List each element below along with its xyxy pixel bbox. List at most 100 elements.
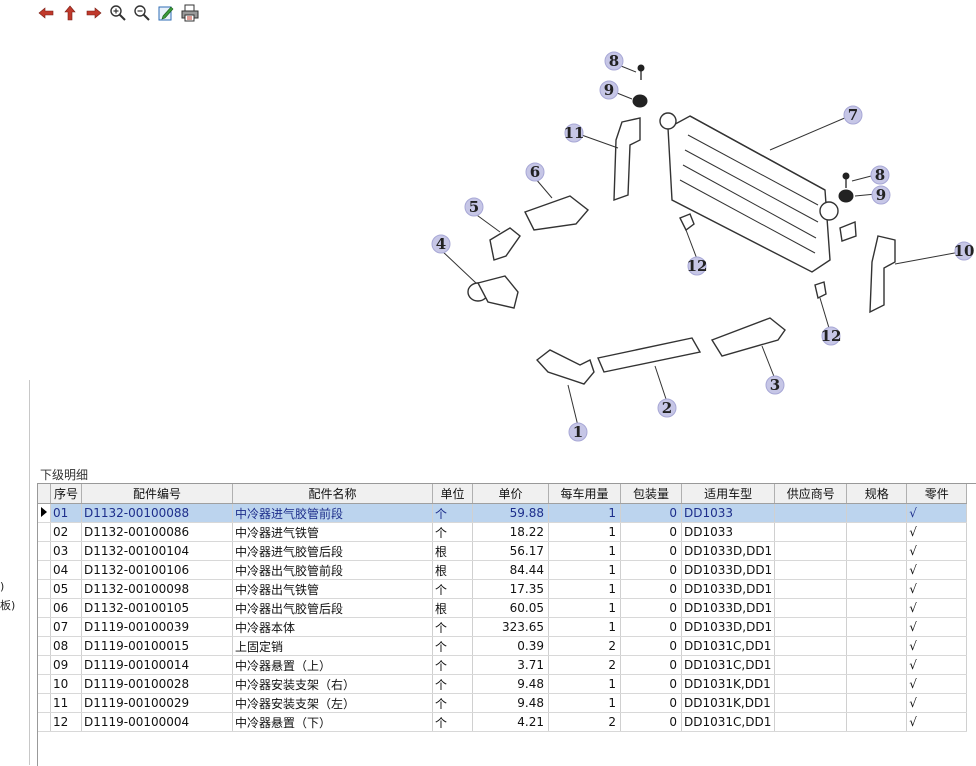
- cell-price[interactable]: 4.21: [472, 712, 549, 732]
- cell-unit[interactable]: 个: [432, 503, 473, 523]
- cell-applicable-model[interactable]: DD1033D,DD1: [681, 541, 776, 561]
- cell-price[interactable]: 59.88: [472, 503, 549, 523]
- cell-spec[interactable]: [846, 503, 908, 523]
- cell-supplier-number[interactable]: [774, 541, 848, 561]
- callout-6[interactable]: 6: [525, 162, 545, 182]
- cell-supplier-number[interactable]: [774, 560, 848, 580]
- cell-part-name[interactable]: 中冷器本体: [232, 617, 433, 637]
- cell-supplier-number[interactable]: [774, 674, 848, 694]
- cell-part-name[interactable]: 中冷器出气铁管: [232, 579, 433, 599]
- cell-unit[interactable]: 根: [432, 598, 473, 618]
- intake-tube-part[interactable]: [489, 227, 521, 261]
- cell-qty-per-vehicle[interactable]: 1: [548, 522, 621, 542]
- cell-spec[interactable]: [846, 655, 908, 675]
- lower-mount-part-right[interactable]: [814, 281, 827, 300]
- cell-qty-per-vehicle[interactable]: 1: [548, 617, 621, 637]
- cell-part-flag[interactable]: √: [906, 503, 968, 523]
- cell-applicable-model[interactable]: DD1033D,DD1: [681, 598, 776, 618]
- cell-qty-per-vehicle[interactable]: 1: [548, 560, 621, 580]
- cell-qty-per-vehicle[interactable]: 2: [548, 636, 621, 656]
- row-indicator[interactable]: [38, 598, 51, 618]
- cell-applicable-model[interactable]: DD1031C,DD1: [681, 655, 776, 675]
- cell-part-name[interactable]: 中冷器进气铁管: [232, 522, 433, 542]
- cell-price[interactable]: 323.65: [472, 617, 549, 637]
- cell-unit[interactable]: 个: [432, 636, 473, 656]
- cell-spec[interactable]: [846, 693, 908, 713]
- cell-part-number[interactable]: D1132-00100106: [81, 560, 233, 580]
- cell-part-number[interactable]: D1119-00100039: [81, 617, 233, 637]
- column-header-part-name[interactable]: 配件名称: [232, 484, 433, 504]
- callout-1[interactable]: 1: [568, 422, 588, 442]
- row-indicator[interactable]: [38, 693, 51, 713]
- outlet-tube-part[interactable]: [597, 337, 702, 373]
- print-button[interactable]: [180, 3, 200, 23]
- cell-package-qty[interactable]: 0: [620, 560, 682, 580]
- cell-part-name[interactable]: 中冷器悬置（上）: [232, 655, 433, 675]
- row-indicator[interactable]: [38, 655, 51, 675]
- cell-part-name[interactable]: 中冷器进气胶管后段: [232, 541, 433, 561]
- cell-package-qty[interactable]: 0: [620, 598, 682, 618]
- cell-part-number[interactable]: D1132-00100086: [81, 522, 233, 542]
- cell-qty-per-vehicle[interactable]: 2: [548, 712, 621, 732]
- callout-5[interactable]: 5: [464, 197, 484, 217]
- cell-price[interactable]: 84.44: [472, 560, 549, 580]
- column-header-supplier-number[interactable]: 供应商号: [774, 484, 848, 504]
- row-indicator[interactable]: [38, 503, 51, 523]
- cell-part-name[interactable]: 中冷器安装支架（左）: [232, 693, 433, 713]
- cell-unit[interactable]: 个: [432, 579, 473, 599]
- cell-qty-per-vehicle[interactable]: 1: [548, 674, 621, 694]
- row-indicator[interactable]: [38, 636, 51, 656]
- cell-unit[interactable]: 根: [432, 541, 473, 561]
- cell-part-number[interactable]: D1119-00100015: [81, 636, 233, 656]
- cell-supplier-number[interactable]: [774, 522, 848, 542]
- cell-unit[interactable]: 个: [432, 655, 473, 675]
- cell-qty-per-vehicle[interactable]: 1: [548, 598, 621, 618]
- cell-qty-per-vehicle[interactable]: 2: [548, 655, 621, 675]
- cell-part-name[interactable]: 中冷器悬置（下）: [232, 712, 433, 732]
- table-row[interactable]: 10 D1119-00100028 中冷器安装支架（右）个 9.48 1 0 DD1031K…: [38, 674, 968, 694]
- cell-part-number[interactable]: D1119-00100004: [81, 712, 233, 732]
- back-button[interactable]: [36, 3, 56, 23]
- cell-supplier-number[interactable]: [774, 503, 848, 523]
- callout-8[interactable]: 8: [604, 51, 624, 71]
- cell-spec[interactable]: [846, 598, 908, 618]
- lower-mount-part[interactable]: [679, 213, 695, 232]
- cell-seq[interactable]: 04: [50, 560, 82, 580]
- callout-9[interactable]: 9: [599, 80, 619, 100]
- cell-applicable-model[interactable]: DD1031K,DD1: [681, 693, 776, 713]
- cell-part-name[interactable]: 中冷器安装支架（右）: [232, 674, 433, 694]
- left-bracket-part[interactable]: [613, 117, 641, 202]
- cell-spec[interactable]: [846, 522, 908, 542]
- cell-unit[interactable]: 个: [432, 693, 473, 713]
- cell-price[interactable]: 60.05: [472, 598, 549, 618]
- cell-spec[interactable]: [846, 636, 908, 656]
- callout-8-right[interactable]: 8: [870, 165, 890, 185]
- column-header-part-flag[interactable]: 零件: [906, 484, 968, 504]
- cell-price[interactable]: 3.71: [472, 655, 549, 675]
- intercooler-body-part[interactable]: [659, 112, 857, 273]
- cell-applicable-model[interactable]: DD1033: [681, 522, 776, 542]
- column-header-unit[interactable]: 单位: [432, 484, 473, 504]
- cell-supplier-number[interactable]: [774, 655, 848, 675]
- cell-part-flag[interactable]: √: [906, 617, 968, 637]
- cell-part-flag[interactable]: √: [906, 674, 968, 694]
- column-header-price[interactable]: 单价: [472, 484, 549, 504]
- callout-7[interactable]: 7: [843, 105, 863, 125]
- table-row[interactable]: 07 D1119-00100039 中冷器本体个 323.65 1 0 DD1033D,DD…: [38, 617, 968, 637]
- callout-10[interactable]: 10: [954, 241, 975, 261]
- cell-price[interactable]: 9.48: [472, 674, 549, 694]
- callout-2[interactable]: 2: [657, 398, 677, 418]
- cell-part-number[interactable]: D1119-00100028: [81, 674, 233, 694]
- cell-applicable-model[interactable]: DD1033D,DD1: [681, 579, 776, 599]
- table-row[interactable]: 04 D1132-00100106 中冷器出气胶管前段根 84.44 1 0 DD1033D…: [38, 560, 968, 580]
- callout-12[interactable]: 12: [687, 256, 708, 276]
- table-row[interactable]: 09 D1119-00100014 中冷器悬置（上）个 3.71 2 0 DD1031C,D…: [38, 655, 968, 675]
- cell-applicable-model[interactable]: DD1033D,DD1: [681, 617, 776, 637]
- row-indicator[interactable]: [38, 541, 51, 561]
- upper-mount-part-right[interactable]: [838, 189, 854, 203]
- cell-part-name[interactable]: 中冷器进气胶管前段: [232, 503, 433, 523]
- cell-part-name[interactable]: 中冷器出气胶管后段: [232, 598, 433, 618]
- table-row[interactable]: 11 D1119-00100029 中冷器安装支架（左）个 9.48 1 0 DD1031K…: [38, 693, 968, 713]
- cell-part-flag[interactable]: √: [906, 636, 968, 656]
- cell-applicable-model[interactable]: DD1031C,DD1: [681, 712, 776, 732]
